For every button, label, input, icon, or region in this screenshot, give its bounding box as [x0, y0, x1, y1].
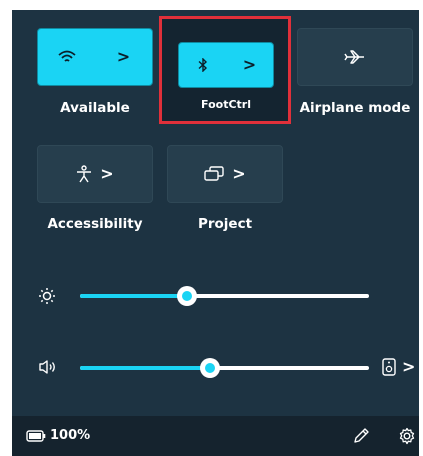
wifi-toggle[interactable] — [38, 29, 95, 85]
wifi-label: Available — [60, 100, 130, 116]
pencil-icon[interactable] — [352, 427, 370, 445]
airplane-icon — [344, 49, 366, 65]
battery-icon — [26, 429, 46, 442]
bluetooth-toggle[interactable] — [179, 43, 226, 87]
quick-settings-panel: > Available > FootCtrl Airplane mode > A… — [12, 10, 419, 456]
airplane-mode-tile[interactable] — [297, 28, 413, 86]
brightness-slider-thumb[interactable] — [176, 286, 197, 306]
accessibility-icon — [76, 165, 92, 183]
speaker-icon — [38, 359, 58, 375]
audio-output-button[interactable]: > — [382, 358, 415, 376]
brightness-icon — [38, 287, 56, 305]
brightness-slider[interactable] — [80, 286, 369, 306]
airplane-mode-label: Airplane mode — [299, 100, 411, 116]
chevron-right-icon: > — [116, 47, 131, 66]
wifi-expand-button[interactable]: > — [95, 29, 152, 85]
footer-bar: 100% — [12, 416, 419, 456]
project-icon — [204, 166, 224, 182]
battery-percentage: 100% — [50, 428, 91, 443]
chevron-right-icon: > — [402, 357, 416, 376]
speaker-device-icon — [382, 358, 396, 376]
bluetooth-icon — [198, 58, 208, 72]
project-label: Project — [197, 216, 253, 232]
bluetooth-label: FootCtrl — [201, 98, 251, 111]
accessibility-label: Accessibility — [47, 216, 143, 232]
accessibility-tile[interactable]: > — [37, 145, 153, 203]
chevron-right-icon: > — [242, 55, 257, 74]
wifi-tile[interactable]: > — [37, 28, 153, 86]
gear-icon[interactable] — [398, 427, 416, 445]
bluetooth-expand-button[interactable]: > — [226, 43, 273, 87]
brightness-slider-fill — [80, 294, 187, 298]
volume-slider[interactable] — [80, 358, 369, 378]
volume-slider-thumb[interactable] — [200, 358, 221, 378]
wifi-icon — [57, 49, 77, 65]
volume-slider-fill — [80, 366, 211, 370]
battery-status[interactable]: 100% — [26, 428, 90, 443]
project-tile[interactable]: > — [167, 145, 283, 203]
chevron-right-icon: > — [232, 164, 246, 183]
bluetooth-tile[interactable]: > — [178, 42, 274, 88]
chevron-right-icon: > — [100, 164, 114, 183]
